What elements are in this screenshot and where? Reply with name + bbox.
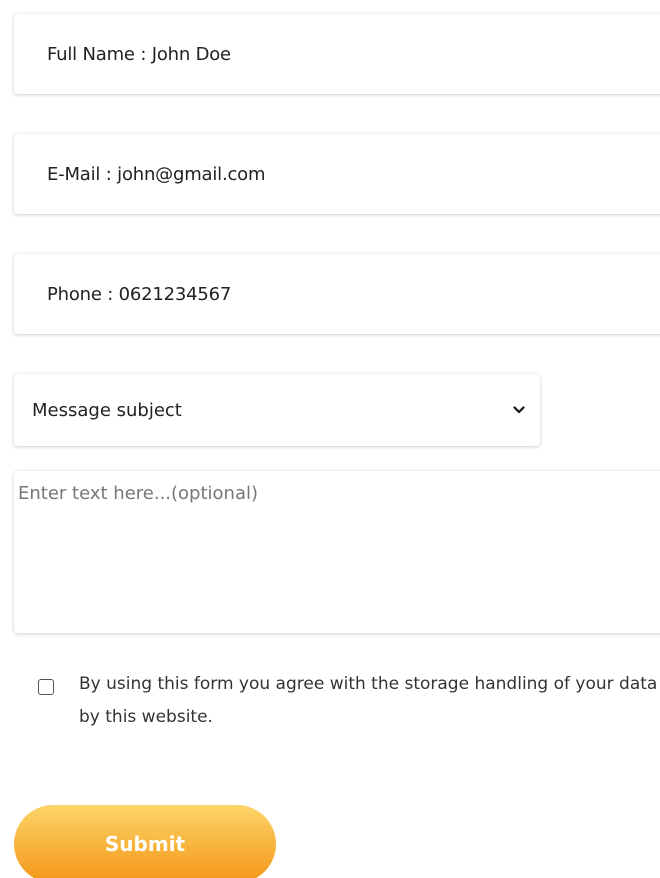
consent-checkbox[interactable] <box>38 679 54 695</box>
submit-label: Submit <box>104 832 186 856</box>
message-placeholder: Enter text here...(optional) <box>18 483 259 504</box>
consent-label: By using this form you agree with the st… <box>79 674 658 727</box>
message-subject-selected: Message subject <box>32 399 182 421</box>
email-field[interactable]: E-Mail : john@gmail.com <box>14 134 660 214</box>
full-name-field[interactable]: Full Name : John Doe <box>14 14 660 94</box>
message-subject-select[interactable]: Message subject <box>14 374 540 446</box>
consent-row: By using this form you agree with the st… <box>38 668 660 734</box>
chevron-down-icon <box>512 403 526 417</box>
message-textarea[interactable]: Enter text here...(optional) <box>14 471 660 633</box>
email-value: E-Mail : john@gmail.com <box>47 163 266 185</box>
phone-field[interactable]: Phone : 0621234567 <box>14 254 660 334</box>
full-name-value: Full Name : John Doe <box>47 43 231 65</box>
phone-value: Phone : 0621234567 <box>47 283 232 305</box>
submit-button[interactable]: Submit <box>14 805 276 878</box>
